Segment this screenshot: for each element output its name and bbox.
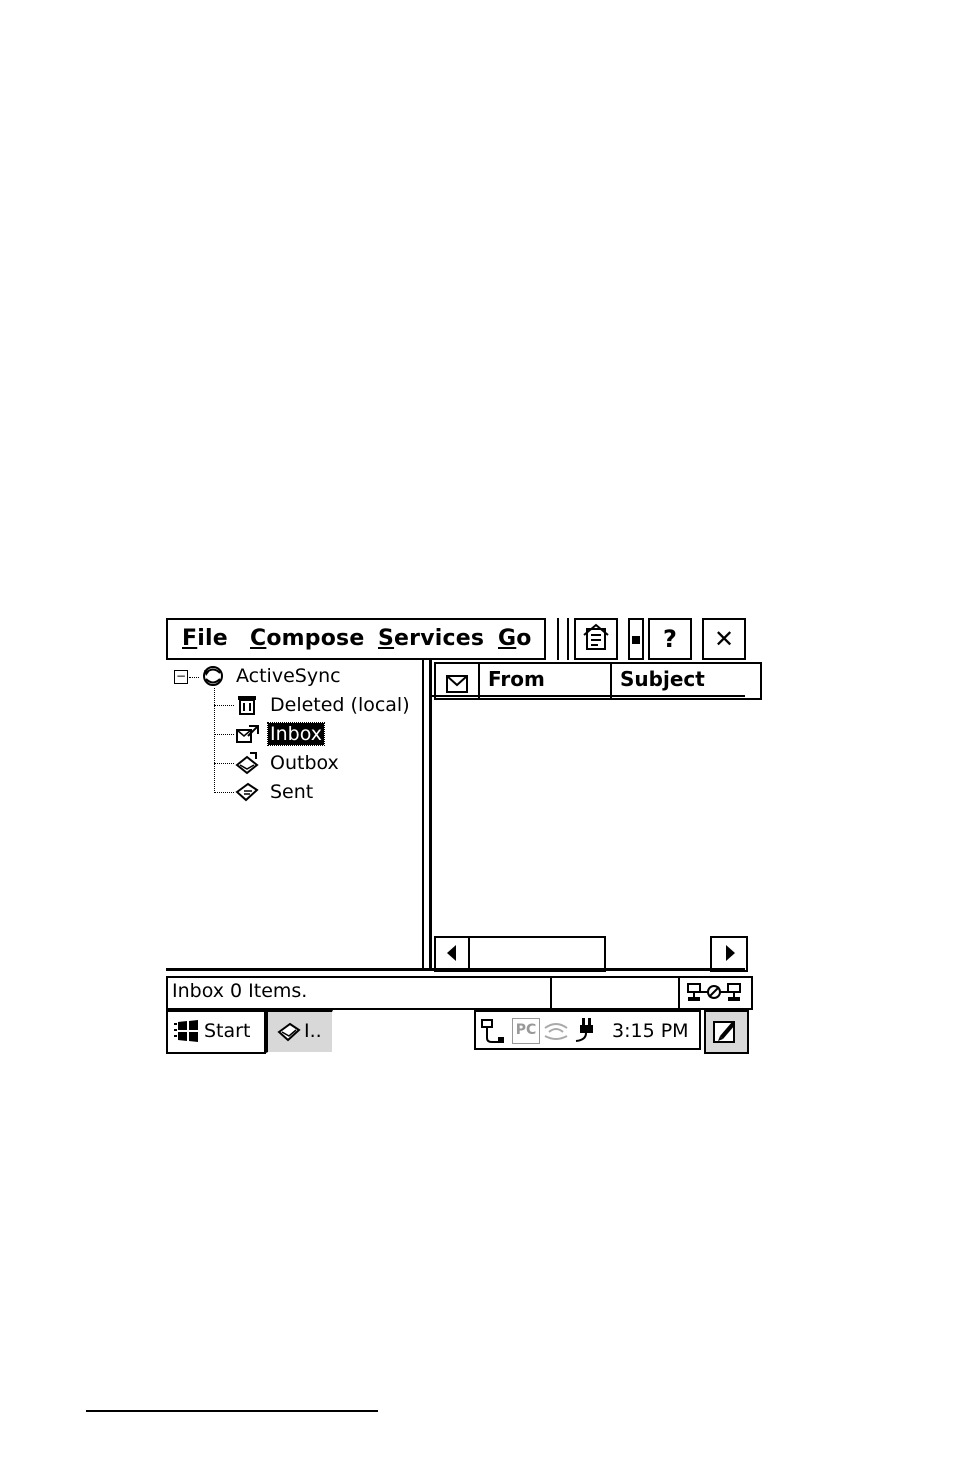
connection-icon [686, 981, 742, 1010]
menu-bar: File Compose Services Go [166, 618, 546, 660]
network-icon[interactable] [480, 1018, 506, 1048]
tree-item-sent[interactable]: Sent [270, 781, 313, 803]
compose-toolbar-button[interactable] [574, 618, 618, 660]
help-button[interactable]: ? [648, 618, 692, 660]
arrow-right-icon [723, 944, 737, 966]
windows-flag-icon [174, 1020, 202, 1047]
arrow-left-icon [445, 944, 459, 966]
tree-item-activesync[interactable]: ActiveSync [236, 665, 341, 687]
pc-connection-icon[interactable]: PC [512, 1018, 540, 1044]
connection-status[interactable] [678, 976, 753, 1010]
system-tray: PC 3:15 PM [474, 1010, 701, 1050]
stylus-icon [712, 1018, 738, 1049]
outbox-icon [234, 751, 260, 775]
trash-icon [234, 692, 260, 716]
menu-file[interactable]: File [182, 626, 228, 651]
menu-go[interactable]: Go [498, 626, 532, 651]
inbox-icon [234, 722, 260, 746]
input-panel-button[interactable] [704, 1010, 749, 1054]
scroll-right-button[interactable] [710, 936, 748, 972]
scroll-left-button[interactable] [434, 936, 472, 972]
status-separator [166, 968, 745, 976]
sent-icon [234, 780, 260, 804]
pane-splitter[interactable] [422, 660, 432, 968]
tree-collapse-toggle[interactable]: − [174, 670, 188, 684]
status-panel [550, 976, 684, 1010]
clock[interactable]: 3:15 PM [612, 1020, 689, 1042]
menu-services[interactable]: Services [378, 626, 484, 651]
close-icon: ✕ [713, 625, 735, 653]
folder-tree: − ActiveSync Deleted (local) Inbox Outbo… [166, 660, 428, 968]
activesync-icon [200, 664, 226, 688]
menu-compose[interactable]: Compose [250, 626, 364, 651]
status-text: Inbox 0 Items. [166, 976, 556, 1010]
compose-icon [580, 621, 612, 657]
wireless-icon[interactable] [542, 1020, 570, 1046]
power-plug-icon[interactable] [572, 1016, 598, 1048]
tree-item-outbox[interactable]: Outbox [270, 752, 339, 774]
toolbar-grip[interactable] [557, 618, 569, 660]
tree-item-inbox[interactable]: Inbox [267, 722, 325, 746]
footnote-rule [86, 1410, 378, 1412]
close-button[interactable]: ✕ [702, 618, 746, 660]
taskbar-inbox-button[interactable]: I.. [266, 1010, 333, 1053]
horizontal-scrollbar-thumb[interactable] [468, 936, 606, 972]
message-list[interactable]: From Subject [432, 660, 762, 972]
inbox-app-icon [276, 1020, 302, 1049]
toolbar-overflow-button[interactable] [628, 618, 644, 660]
tree-item-deleted[interactable]: Deleted (local) [270, 694, 410, 716]
start-button[interactable]: Start [166, 1010, 266, 1054]
